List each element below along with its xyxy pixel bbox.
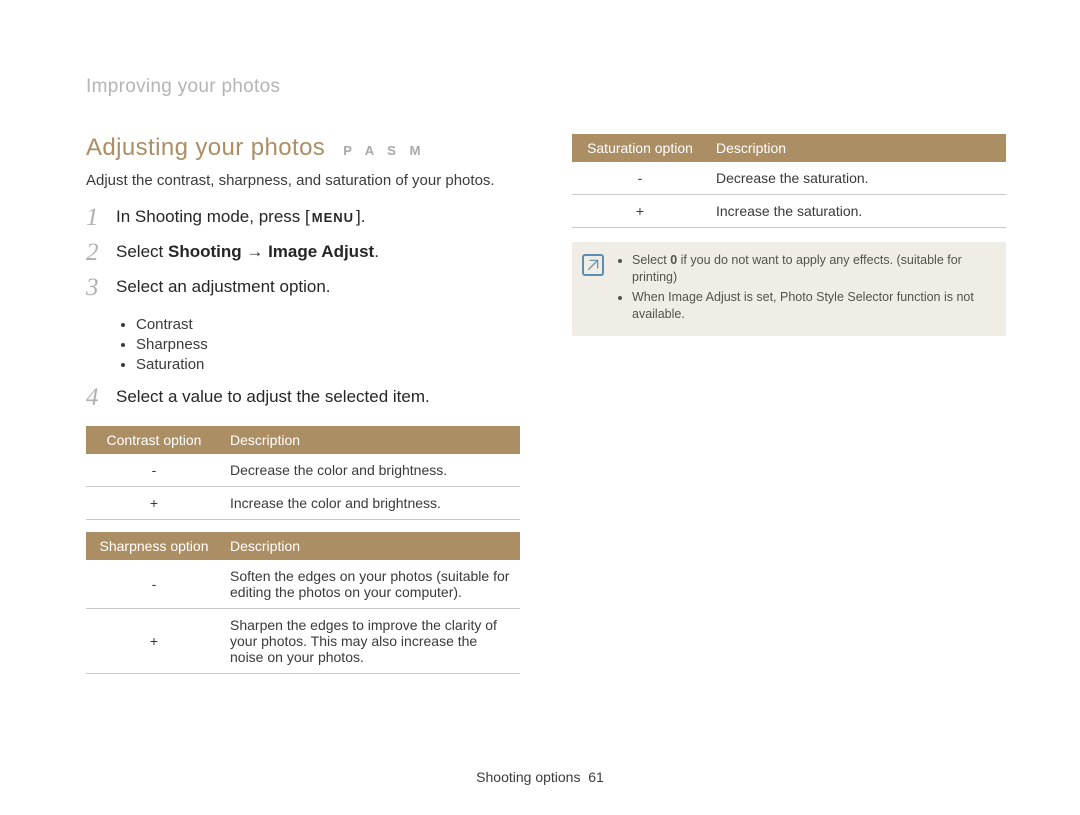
step-3: 3 Select an adjustment option.: [86, 275, 520, 300]
step-number: 4: [86, 385, 116, 410]
table-header-description: Description: [222, 426, 520, 454]
right-column: Saturation option Description - Decrease…: [572, 134, 1006, 686]
step-4: 4 Select a value to adjust the selected …: [86, 385, 520, 410]
table-header-description: Description: [708, 134, 1006, 162]
description-cell: Increase the saturation.: [708, 195, 1006, 228]
footer-section: Shooting options: [476, 769, 580, 785]
step-text: Select a value to adjust the selected it…: [116, 385, 430, 407]
table-row: - Decrease the color and brightness.: [86, 454, 520, 487]
table-header-option: Saturation option: [572, 134, 708, 162]
steps-list-continued: 4 Select a value to adjust the selected …: [86, 385, 520, 410]
step-number: 3: [86, 275, 116, 300]
step-text-pre: In Shooting mode, press [: [116, 207, 310, 226]
note-body: Select 0 if you do not want to apply any…: [614, 252, 992, 326]
step-text: Select Shooting → Image Adjust.: [116, 240, 379, 262]
table-row: + Increase the saturation.: [572, 195, 1006, 228]
table-header-option: Contrast option: [86, 426, 222, 454]
option-cell: -: [86, 560, 222, 609]
option-cell: +: [572, 195, 708, 228]
mode-indicators: P A S M: [343, 143, 425, 158]
sharpness-option-table: Sharpness option Description - Soften th…: [86, 532, 520, 674]
breadcrumb: Improving your photos: [86, 76, 1006, 98]
content-columns: Adjusting your photos P A S M Adjust the…: [86, 134, 1006, 686]
description-cell: Increase the color and brightness.: [222, 487, 520, 520]
option-cell: -: [572, 162, 708, 195]
note-item: Select 0 if you do not want to apply any…: [632, 252, 992, 286]
step-text-post: .: [374, 242, 379, 261]
description-cell: Sharpen the edges to improve the clarity…: [222, 609, 520, 674]
step-1: 1 In Shooting mode, press [MENU].: [86, 205, 520, 230]
saturation-option-table: Saturation option Description - Decrease…: [572, 134, 1006, 228]
description-cell: Decrease the saturation.: [708, 162, 1006, 195]
table-header-description: Description: [222, 532, 520, 560]
table-row: - Decrease the saturation.: [572, 162, 1006, 195]
step-number: 2: [86, 240, 116, 265]
note-text-post: if you do not want to apply any effects.…: [632, 253, 962, 284]
contrast-option-table: Contrast option Description - Decrease t…: [86, 426, 520, 520]
note-item: When Image Adjust is set, Photo Style Se…: [632, 289, 992, 323]
note-icon: [582, 254, 604, 276]
note-text-pre: Select: [632, 253, 670, 267]
step-3-bullets: Contrast Sharpness Saturation: [86, 316, 520, 373]
step-text-post: ].: [356, 207, 365, 226]
option-cell: +: [86, 609, 222, 674]
step-2: 2 Select Shooting → Image Adjust.: [86, 240, 520, 265]
page-title: Adjusting your photos: [86, 134, 325, 162]
table-row: + Increase the color and brightness.: [86, 487, 520, 520]
title-row: Adjusting your photos P A S M: [86, 134, 520, 162]
description-cell: Soften the edges on your photos (suitabl…: [222, 560, 520, 609]
option-cell: -: [86, 454, 222, 487]
step-number: 1: [86, 205, 116, 230]
bullet-saturation: Saturation: [136, 356, 520, 373]
step-text: Select an adjustment option.: [116, 275, 331, 297]
step-text-pre: Select: [116, 242, 168, 261]
table-row: - Soften the edges on your photos (suita…: [86, 560, 520, 609]
note-box: Select 0 if you do not want to apply any…: [572, 242, 1006, 336]
step-text-strong: Shooting → Image Adjust: [168, 242, 374, 261]
left-column: Adjusting your photos P A S M Adjust the…: [86, 134, 520, 686]
menu-badge: MENU: [310, 210, 356, 225]
option-cell: +: [86, 487, 222, 520]
table-header-option: Sharpness option: [86, 532, 222, 560]
manual-page: Improving your photos Adjusting your pho…: [0, 0, 1080, 815]
intro-text: Adjust the contrast, sharpness, and satu…: [86, 172, 520, 189]
description-cell: Decrease the color and brightness.: [222, 454, 520, 487]
table-row: + Sharpen the edges to improve the clari…: [86, 609, 520, 674]
page-footer: Shooting options 61: [0, 769, 1080, 785]
bullet-sharpness: Sharpness: [136, 336, 520, 353]
step-text: In Shooting mode, press [MENU].: [116, 205, 365, 227]
bullet-contrast: Contrast: [136, 316, 520, 333]
steps-list: 1 In Shooting mode, press [MENU]. 2 Sele…: [86, 205, 520, 300]
page-number: 61: [588, 769, 604, 785]
